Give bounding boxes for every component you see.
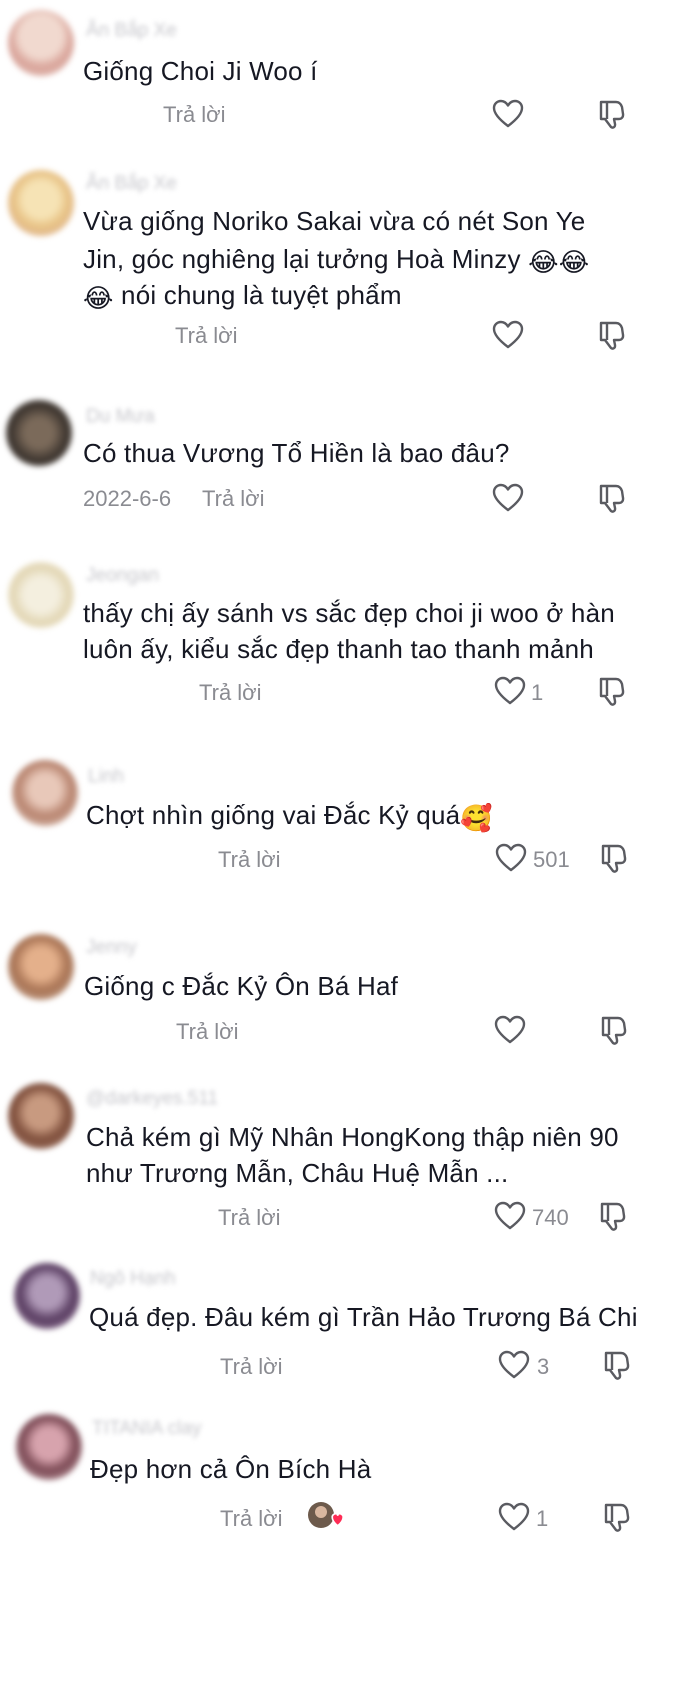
comment-text: Chợt nhìn giống vai Đắc Kỷ quá🥰 [86, 796, 493, 834]
comment-text-line: như Trương Mẫn, Châu Huệ Mẫn ... [86, 1158, 509, 1188]
comment-text-segment: Chợt nhìn giống vai Đắc Kỷ quá [86, 800, 461, 830]
creator-liked-avatar-icon [308, 1502, 345, 1528]
username[interactable]: Ngô Hạnh [90, 1268, 176, 1290]
username[interactable]: Ăn Bắp Xe [86, 20, 177, 42]
username[interactable]: Linh [88, 766, 124, 788]
comment-text-line: thấy chị ấy sánh vs sắc đẹp choi ji woo … [83, 598, 615, 628]
reply-button[interactable]: Trả lời [220, 1506, 283, 1532]
heart-icon[interactable] [492, 483, 524, 513]
avatar[interactable] [8, 10, 74, 76]
username[interactable]: @darkeyes.511 [86, 1088, 218, 1110]
comment-text-line: luôn ấy, kiểu sắc đẹp thanh tao thanh mả… [83, 634, 594, 664]
avatar[interactable] [16, 1414, 82, 1480]
reply-button[interactable]: Trả lời [220, 1354, 283, 1380]
reply-button[interactable]: Trả lời [163, 102, 226, 128]
comment-text: Giống Choi Ji Woo í [83, 56, 318, 86]
avatar[interactable] [8, 934, 74, 1000]
comment-text: Giống c Đắc Kỷ Ôn Bá Haf [84, 971, 399, 1001]
dislike-icon[interactable] [598, 842, 628, 874]
heart-icon[interactable] [498, 1502, 530, 1532]
smiling-hearts-emoji-icon: 🥰 [460, 803, 493, 833]
dislike-icon[interactable] [601, 1349, 631, 1381]
heart-icon[interactable] [494, 1201, 526, 1231]
username[interactable]: Du Mưa [86, 406, 155, 428]
reply-button[interactable]: Trả lời [199, 680, 262, 706]
laughing-tears-emoji-icon: 😂 [528, 247, 559, 277]
comment-text-line: Chả kém gì Mỹ Nhân HongKong thập niên 90 [86, 1122, 619, 1152]
heart-icon[interactable] [495, 843, 527, 873]
comment-text-segment: nói chung là tuyệt phẩm [121, 280, 402, 310]
like-count: 1 [536, 1506, 549, 1531]
heart-icon[interactable] [498, 1350, 530, 1380]
like-count: 1 [531, 680, 544, 705]
reply-button[interactable]: Trả lời [175, 323, 238, 349]
reply-button[interactable]: Trả lời [218, 1205, 281, 1231]
comment-text-line: Vừa giống Noriko Sakai vừa có nét Son Ye [83, 206, 586, 236]
avatar[interactable] [14, 1263, 80, 1329]
laughing-tears-emoji-icon: 😂 [558, 247, 590, 277]
avatar[interactable] [8, 562, 74, 628]
comment-date: 2022-6-6 [83, 486, 172, 511]
reply-button[interactable]: Trả lời [176, 1019, 239, 1045]
dislike-icon[interactable] [598, 1014, 628, 1046]
dislike-icon[interactable] [596, 482, 626, 514]
avatar[interactable] [12, 760, 78, 826]
like-count: 3 [537, 1354, 550, 1379]
avatar[interactable] [8, 1083, 74, 1149]
laughing-tears-emoji-icon: 😂 [83, 283, 114, 313]
heart-icon[interactable] [492, 99, 524, 129]
like-count: 501 [533, 847, 570, 872]
comment-text: Có thua Vương Tổ Hiền là bao đâu? [83, 438, 510, 468]
comment-text-segment: Jin, góc nghiêng lại tưởng Hoà Minzy [83, 244, 521, 274]
username[interactable]: Jenny [86, 937, 137, 959]
username[interactable]: TITANIA clay [92, 1418, 201, 1440]
username[interactable]: Jeongan [86, 565, 159, 587]
comment-text-line: 😂 nói chung là tuyệt phẩm [83, 276, 402, 314]
dislike-icon[interactable] [596, 98, 626, 130]
dislike-icon[interactable] [601, 1501, 631, 1533]
comment-text-line: Jin, góc nghiêng lại tưởng Hoà Minzy 😂😂 [83, 240, 589, 278]
username[interactable]: Ăn Bắp Xe [86, 173, 177, 195]
comment-text: Đẹp hơn cả Ôn Bích Hà [90, 1454, 372, 1484]
dislike-icon[interactable] [596, 675, 626, 707]
avatar[interactable] [6, 400, 72, 466]
heart-icon[interactable] [494, 676, 526, 706]
heart-icon[interactable] [492, 320, 524, 350]
heart-icon[interactable] [494, 1015, 526, 1045]
reply-button[interactable]: Trả lời [202, 486, 265, 512]
comment-text: Quá đẹp. Đâu kém gì Trần Hảo Trương Bá C… [89, 1302, 638, 1332]
reply-button[interactable]: Trả lời [218, 847, 281, 873]
like-count: 740 [532, 1205, 569, 1230]
dislike-icon[interactable] [596, 319, 626, 351]
dislike-icon[interactable] [597, 1200, 627, 1232]
avatar[interactable] [8, 170, 74, 236]
